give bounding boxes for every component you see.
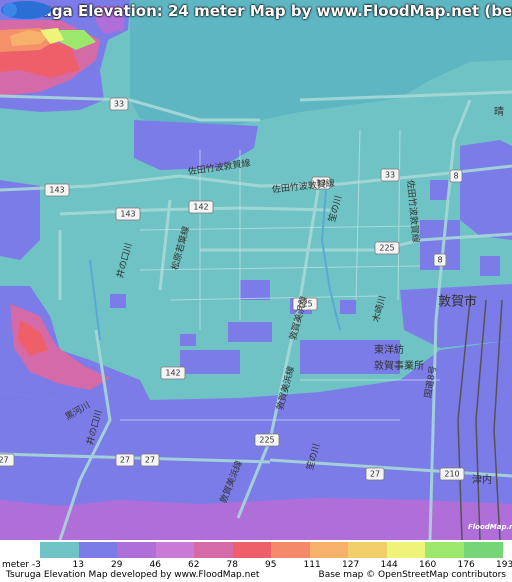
map-label-route: 142 [188,200,214,214]
elevation-map[interactable]: 33 33 33 143 143 142 142 225 225 225 27 27 27 210 8 8 佐田… [0,0,512,540]
legend-value-label: 176 [457,560,475,570]
map-label-route: 225 [254,433,280,447]
map-label-text: 33 [385,171,395,180]
map-label-route: 27 [140,453,160,467]
map-label-place: 晴 [494,105,504,118]
map-title: Tsuruga Elevation: 24 meter Map by www.F… [6,2,512,20]
legend-value-label: 62 [188,560,200,570]
legend-swatch [40,542,79,558]
legend-value-label: 193 [496,560,512,570]
pixel-block [240,280,270,300]
map-label-route: (27 [0,453,15,467]
map-label-route: 27 [115,453,135,467]
legend-value-label: 46 [149,560,161,570]
legend-value-label: 78 [226,560,238,570]
map-label-place: 津内 [472,473,492,486]
legend-value-label: 144 [380,560,398,570]
map-label-route: 27 [365,467,385,481]
map-label-route: 142 [160,366,186,380]
map-label-text: 東洋紡 [374,343,404,356]
legend-swatch [117,542,156,558]
pixel-block [228,322,272,342]
map-label-text: 津内 [472,473,492,486]
pixel-block [150,406,270,426]
map-label-text: 143 [49,186,64,195]
footer-attribution[interactable]: Base map © OpenStreetMap contributors [319,570,506,580]
map-label-text: 33 [114,100,124,109]
pixel-block [180,334,196,346]
pixel-block [110,294,126,308]
map-label-route: 143 [115,207,141,221]
map-label-place: 東洋紡 [374,343,404,356]
map-label-text: 225 [259,436,274,445]
legend-swatch [386,542,426,558]
legend-swatch [309,542,349,558]
map-label-text: 225 [379,244,394,253]
footer: Tsuruga Elevation Map developed by www.F… [0,570,512,582]
legend-swatch [425,542,464,558]
legend-swatch [348,542,387,558]
legend-swatch [463,542,503,558]
map-label-text: 143 [120,210,135,219]
map-label-route: 143 [44,183,70,197]
footer-credit: Tsuruga Elevation Map developed by www.F… [6,570,260,580]
northeast-hills [460,140,512,240]
map-label-text: 27 [120,456,130,465]
pixel-block [480,256,500,276]
legend-value-label: 127 [342,560,360,570]
map-label-route: 8 [449,169,463,183]
legend-value-label: 29 [111,560,123,570]
legend-swatch [155,542,195,558]
map-label-text: 晴 [494,105,504,118]
map-canvas: 33333314314314214222522522527272721088佐田… [0,0,512,540]
map-label-route: 33 [109,97,129,111]
legend-value-label: 111 [303,560,321,570]
map-label-route: 8 [433,253,447,267]
pixel-block [340,300,356,314]
map-label-text: 8 [437,256,442,265]
legend-swatch [271,542,310,558]
map-label-route: 210 [439,467,465,481]
map-label-text: (27 [0,456,9,465]
logo-text: FloodMap.net [468,523,512,531]
legend-swatch [78,542,118,558]
map-label-text: 敦賀事業所 [374,359,424,372]
legend-value-label: 13 [72,560,84,570]
map-label-text: 27 [370,470,380,479]
map-label-route: 225 [374,241,400,255]
legend-unit-label: meter -3 [2,560,41,570]
legend-swatch [232,542,272,558]
legend-value-label: 95 [265,560,277,570]
legend [0,542,512,560]
floodmap-logo-icon [1,1,51,19]
map-label-text: 8 [453,172,458,181]
legend-swatch [194,542,233,558]
map-label-route: 33 [380,168,400,182]
map-label-place: 敦賀市 [438,294,477,310]
pixel-block [180,350,240,374]
map-label-text: 27 [145,456,155,465]
map-label-text: 210 [444,470,459,479]
map-label-text: 142 [165,369,180,378]
map-label-place: 敦賀事業所 [374,359,424,372]
legend-value-label: 160 [419,560,437,570]
map-label-text: 142 [193,203,208,212]
map-label-text: 敦賀市 [438,294,477,310]
